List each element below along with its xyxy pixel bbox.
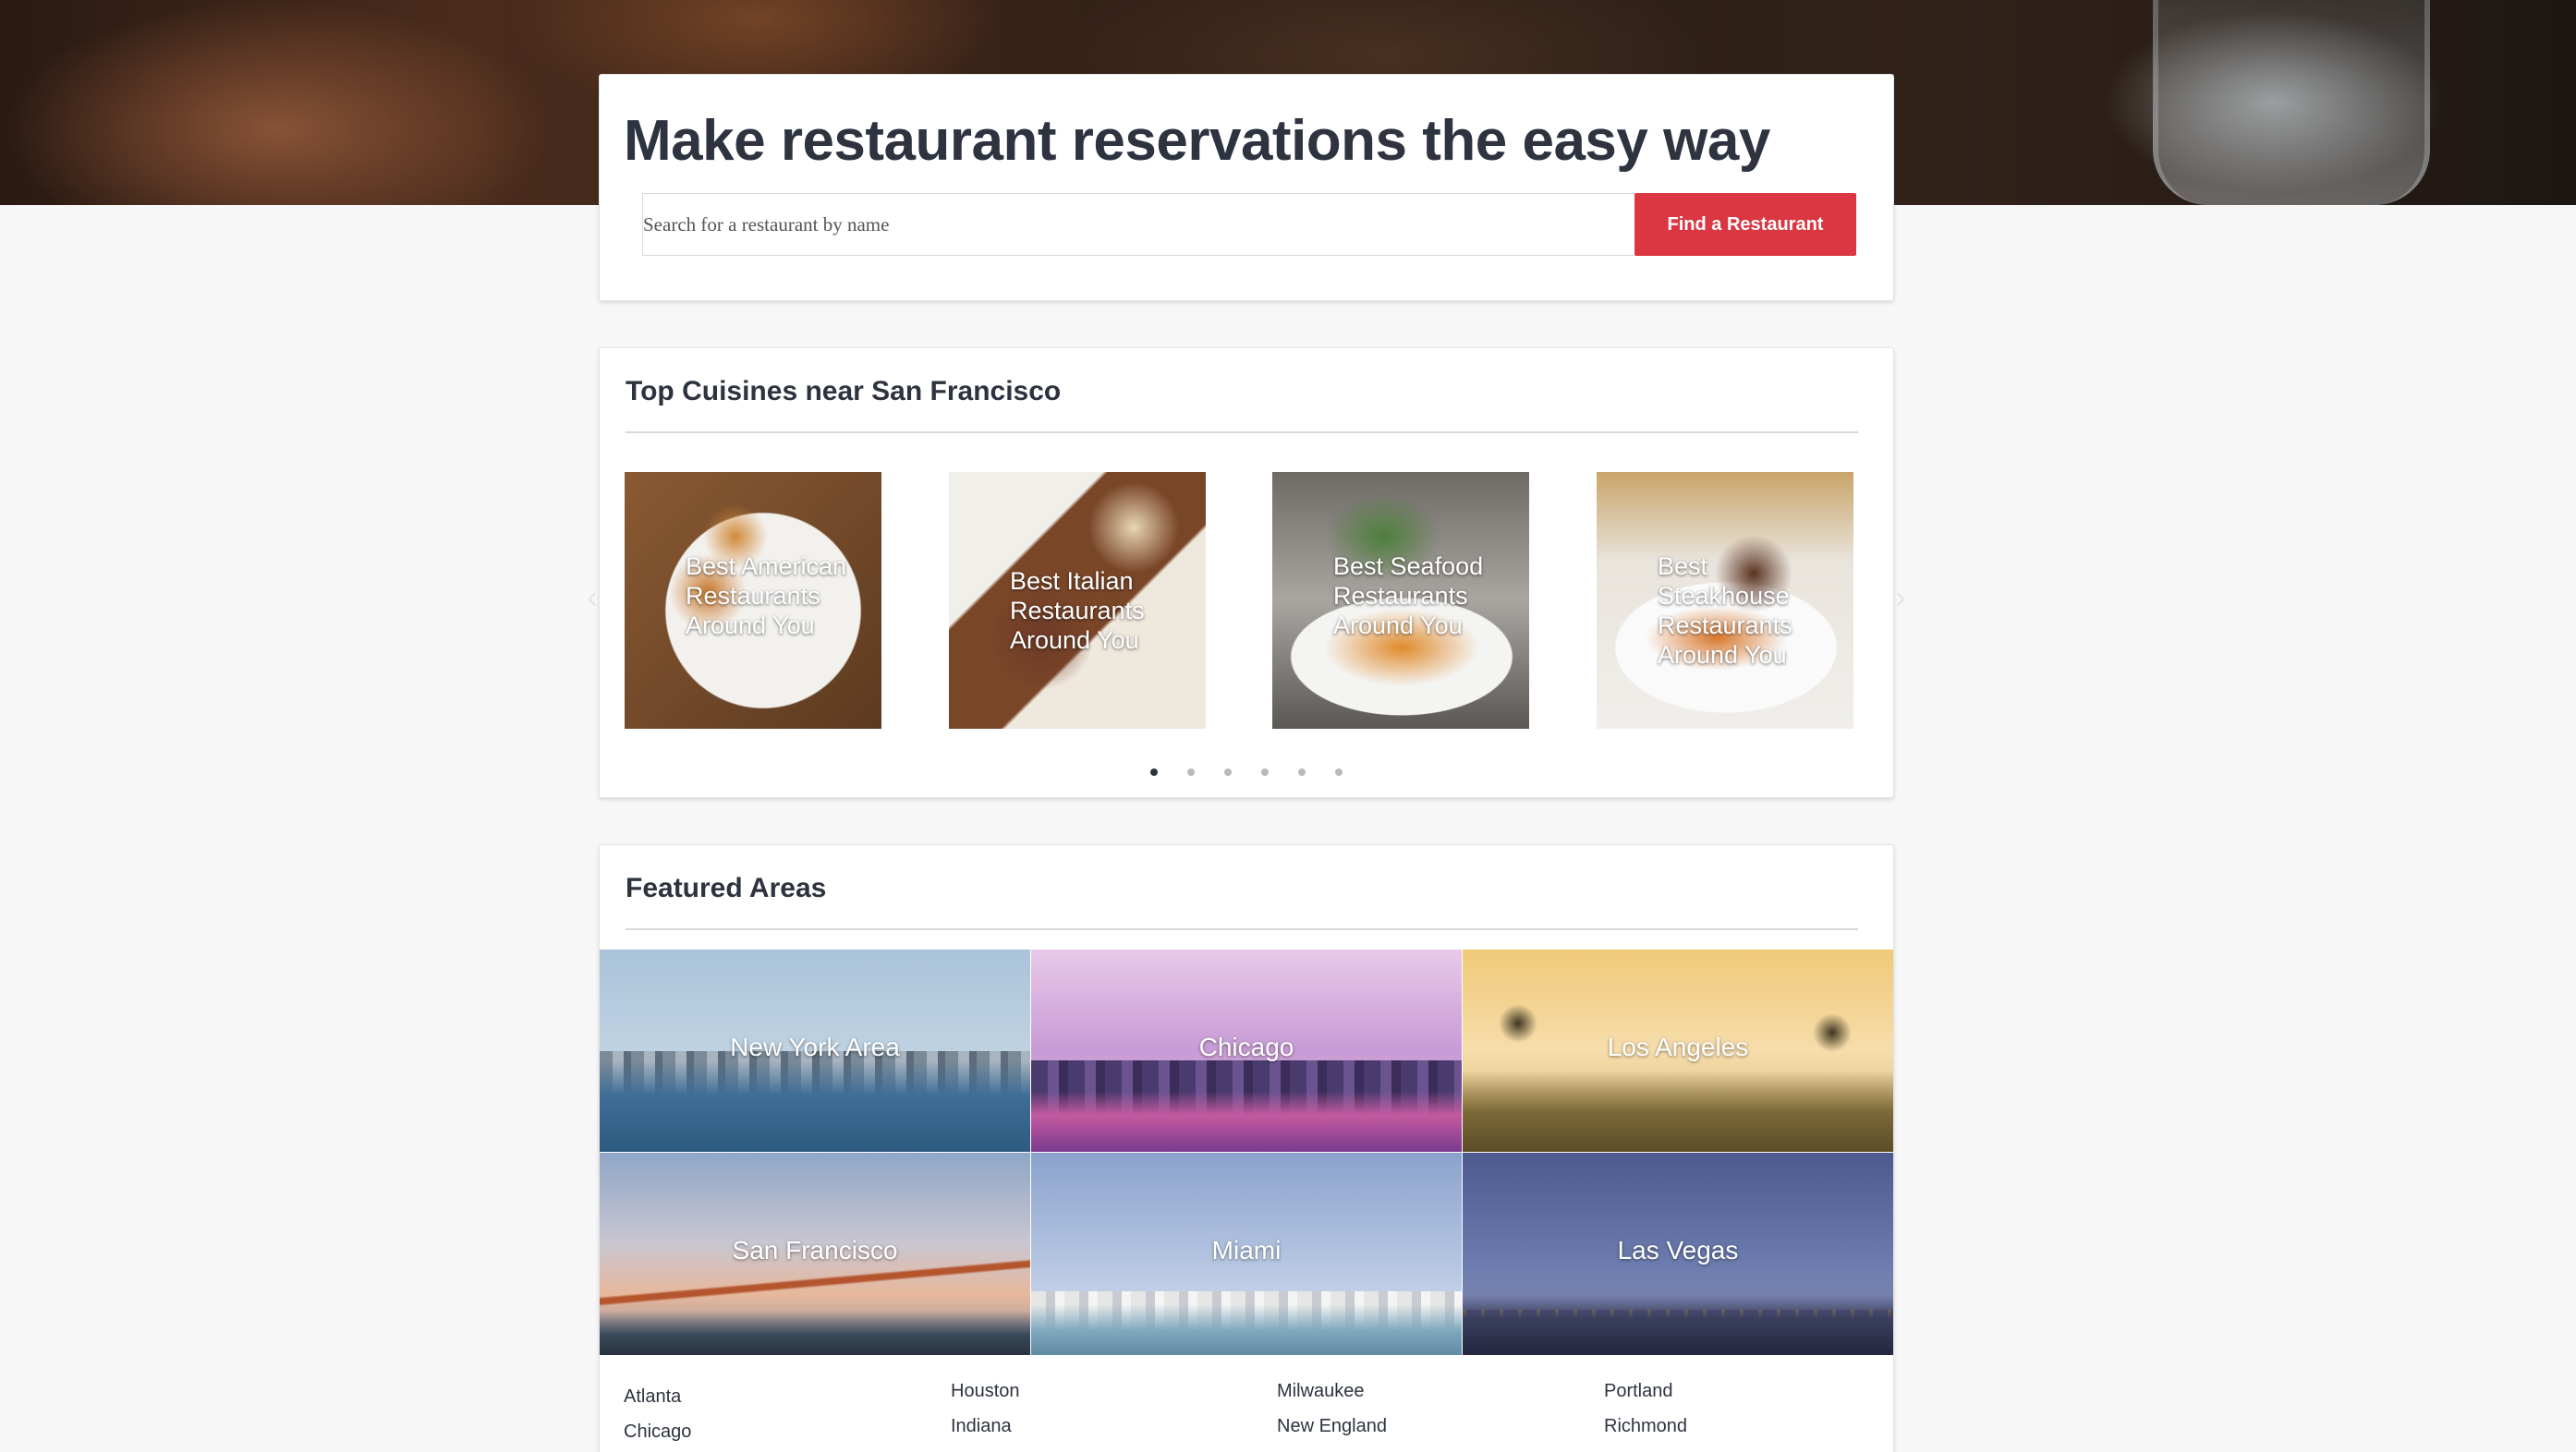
area-tile-label: Chicago <box>1198 1033 1294 1061</box>
area-tile-los-angeles[interactable]: Los Angeles <box>1463 950 1893 1152</box>
cuisine-tile-american[interactable]: Best American Restaurants Around You <box>625 472 881 729</box>
hero-glass-image <box>2153 0 2430 205</box>
cuisine-tile-label: Best Steakhouse Restaurants Around You <box>1658 552 1792 669</box>
top-cuisines-card: Top Cuisines near San Francisco ‹ › Best… <box>587 347 1906 798</box>
city-link[interactable]: Milwaukee <box>1277 1373 1398 1409</box>
cuisine-tile-label: Best American Restaurants Around You <box>686 552 847 639</box>
city-link[interactable]: New York Area <box>1277 1444 1398 1452</box>
cuisine-tile-italian[interactable]: Best Italian Restaurants Around You <box>949 472 1206 729</box>
city-link[interactable]: Houston <box>951 1373 1037 1409</box>
area-tile-label: Miami <box>1211 1236 1282 1264</box>
carousel-dot-5[interactable] <box>1298 768 1306 776</box>
carousel-dot-2[interactable] <box>1187 768 1195 776</box>
cuisine-tile-label: Best Italian Restaurants Around You <box>1010 567 1145 654</box>
city-list-column-2: Houston Indiana Las Vegas <box>951 1373 1037 1452</box>
city-link[interactable]: San Francisco <box>1604 1444 1722 1452</box>
cuisine-tile-seafood[interactable]: Best Seafood Restaurants Around You <box>1272 472 1529 729</box>
carousel-pagination <box>600 768 1893 780</box>
section-divider <box>626 431 1858 433</box>
carousel-dot-1[interactable] <box>1150 768 1158 776</box>
carousel-dot-3[interactable] <box>1224 768 1232 776</box>
city-list-column-4: Portland Richmond San Francisco <box>1604 1373 1722 1452</box>
city-link[interactable]: Portland <box>1604 1373 1722 1409</box>
top-cuisines-title: Top Cuisines near San Francisco <box>626 376 1062 406</box>
city-link[interactable]: Chicago <box>624 1414 691 1449</box>
city-link[interactable]: Atlanta <box>624 1379 691 1414</box>
area-tile-las-vegas[interactable]: Las Vegas <box>1463 1153 1893 1355</box>
cuisine-tile-label: Best Seafood Restaurants Around You <box>1333 552 1484 639</box>
area-tile-label: Los Angeles <box>1607 1033 1749 1061</box>
city-link[interactable]: New England <box>1277 1409 1398 1444</box>
carousel-dot-6[interactable] <box>1335 768 1343 776</box>
page-title: Make restaurant reservations the easy wa… <box>624 109 1770 173</box>
restaurant-search-input[interactable] <box>642 193 1634 256</box>
featured-areas-title: Featured Areas <box>626 873 827 903</box>
city-link[interactable]: Indiana <box>951 1409 1037 1444</box>
city-list-column-1: Atlanta Chicago <box>624 1379 691 1449</box>
city-link[interactable]: Richmond <box>1604 1409 1722 1444</box>
area-tile-new-york[interactable]: New York Area <box>600 950 1030 1152</box>
area-tile-miami[interactable]: Miami <box>1031 1153 1462 1355</box>
area-tile-chicago[interactable]: Chicago <box>1031 950 1462 1152</box>
city-list-column-3: Milwaukee New England New York Area <box>1277 1373 1398 1452</box>
area-tile-label: Las Vegas <box>1617 1236 1739 1264</box>
city-link[interactable]: Las Vegas <box>951 1444 1037 1452</box>
area-tile-label: New York Area <box>730 1033 900 1061</box>
chevron-left-icon[interactable]: ‹ <box>579 581 605 614</box>
section-divider <box>626 928 1858 930</box>
featured-areas-card: Featured Areas New York Area Chicago Los… <box>599 844 1894 1452</box>
find-restaurant-button[interactable]: Find a Restaurant <box>1634 193 1856 256</box>
area-tile-label: San Francisco <box>732 1236 898 1264</box>
area-tile-san-francisco[interactable]: San Francisco <box>600 1153 1030 1355</box>
cuisine-tile-steakhouse[interactable]: Best Steakhouse Restaurants Around You <box>1597 472 1853 729</box>
search-card: Make restaurant reservations the easy wa… <box>599 74 1894 301</box>
carousel-dot-4[interactable] <box>1261 768 1269 776</box>
chevron-right-icon[interactable]: › <box>1888 581 1914 614</box>
